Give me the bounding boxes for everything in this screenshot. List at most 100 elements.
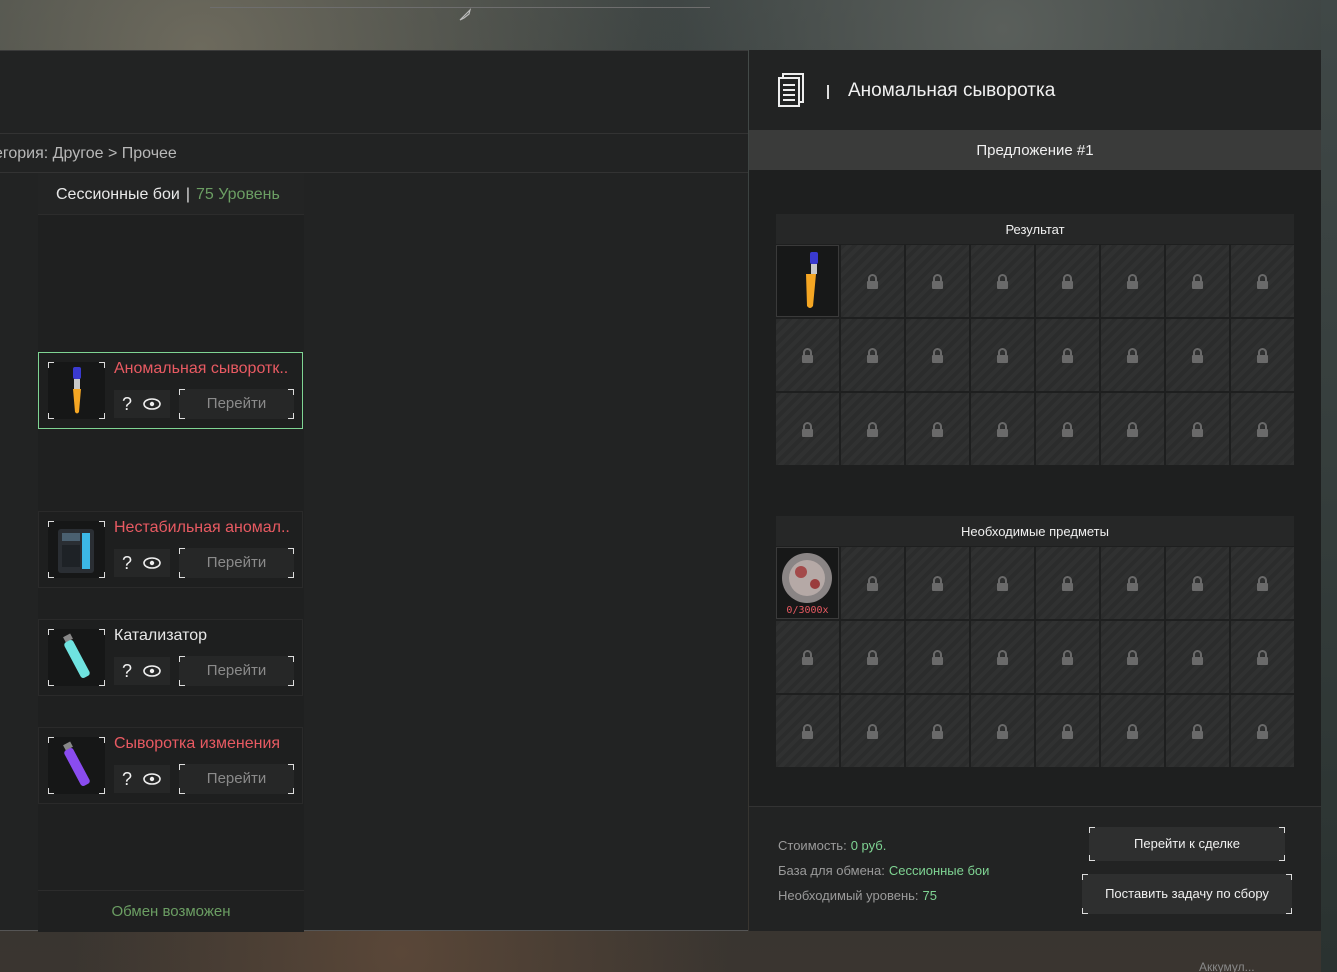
required-title: Необходимые предметы xyxy=(776,516,1294,546)
go-button[interactable]: Перейти xyxy=(179,764,294,794)
item-info-buttons: ? xyxy=(114,390,170,418)
lock-icon xyxy=(802,650,813,665)
item-slot[interactable] xyxy=(776,245,839,317)
item-info-buttons: ? xyxy=(114,765,170,793)
lock-icon xyxy=(1062,422,1073,437)
eye-icon[interactable] xyxy=(142,772,162,786)
lock-icon xyxy=(1062,650,1073,665)
go-button-label: Перейти xyxy=(206,554,267,571)
anomaly-device-icon xyxy=(58,529,94,573)
locked-slot xyxy=(1166,621,1229,693)
required-grid: 0/3000x xyxy=(776,547,1294,767)
go-to-deal-button[interactable]: Перейти к сделке xyxy=(1089,827,1285,861)
lock-icon xyxy=(1062,576,1073,591)
slot-count: 0/3000x xyxy=(786,605,829,616)
eye-icon[interactable] xyxy=(142,397,162,411)
section-name: Сессионные бои xyxy=(56,186,180,203)
cost-value: 0 руб. xyxy=(850,838,887,853)
result-section: Результат xyxy=(776,214,1294,465)
result-grid xyxy=(776,245,1294,465)
lock-icon xyxy=(1192,422,1203,437)
recipe-list: Сессионные бои | 75 Уровень Аномальная сыв… xyxy=(38,173,304,932)
locked-slot xyxy=(1166,319,1229,391)
document-icon xyxy=(778,73,804,107)
level-label: Необходимый уровень: xyxy=(778,888,919,903)
locked-slot xyxy=(906,621,969,693)
recipe-item[interactable]: Сыворотка изменения ? Перейти xyxy=(38,727,303,804)
detail-footer: Стоимость: 0 руб. База для обмена: Сессион… xyxy=(749,806,1321,931)
lock-icon xyxy=(867,650,878,665)
lock-icon xyxy=(1127,650,1138,665)
locked-slot xyxy=(971,393,1034,465)
recipe-item[interactable]: Нестабильная аномал.. ? Перейти xyxy=(38,511,303,588)
level-line: Необходимый уровень: 75 xyxy=(778,888,937,903)
go-to-deal-label: Перейти к сделке xyxy=(1134,836,1240,851)
locked-slot xyxy=(776,695,839,767)
locked-slot xyxy=(776,393,839,465)
background-hint: Аккумул... xyxy=(1199,960,1255,972)
list-section-header: Сессионные бои | 75 Уровень xyxy=(38,173,304,215)
locked-slot xyxy=(906,319,969,391)
lock-icon xyxy=(802,724,813,739)
question-button[interactable]: ? xyxy=(122,765,132,793)
background-edge xyxy=(1321,0,1337,972)
lock-icon xyxy=(1257,576,1268,591)
recipe-list-panel: егория: Другое > Прочее Сессионные бои | 7… xyxy=(0,50,748,932)
go-button-label: Перейти xyxy=(206,770,267,787)
locked-slot xyxy=(1036,547,1099,619)
lock-icon xyxy=(1127,422,1138,437)
base-value: Сессионные бои xyxy=(888,863,990,878)
locked-slot xyxy=(1036,319,1099,391)
lock-icon xyxy=(997,650,1008,665)
top-bar-divider xyxy=(210,0,710,8)
lock-icon xyxy=(1257,348,1268,363)
category-text: егория: Другое > Прочее xyxy=(0,145,177,162)
lock-icon xyxy=(1192,576,1203,591)
locked-slot xyxy=(841,621,904,693)
go-button-label: Перейти xyxy=(206,395,267,412)
cost-label: Стоимость: xyxy=(778,838,847,853)
go-button-label: Перейти xyxy=(206,662,267,679)
eye-icon[interactable] xyxy=(142,664,162,678)
lock-icon xyxy=(1127,576,1138,591)
cost-line: Стоимость: 0 руб. xyxy=(778,838,886,853)
locked-slot xyxy=(906,393,969,465)
lock-icon xyxy=(997,274,1008,289)
lock-icon xyxy=(1257,724,1268,739)
recipe-item[interactable]: Катализатор ? Перейти xyxy=(38,619,303,696)
lock-icon xyxy=(932,576,943,591)
category-breadcrumb: егория: Другое > Прочее xyxy=(0,133,748,173)
lock-icon xyxy=(1257,274,1268,289)
lock-icon xyxy=(1127,724,1138,739)
locked-slot xyxy=(906,547,969,619)
lock-icon xyxy=(932,348,943,363)
question-button[interactable]: ? xyxy=(122,390,132,418)
recipe-item[interactable]: Аномальная сыворотк.. ? Перейти xyxy=(38,352,303,429)
locked-slot xyxy=(1166,695,1229,767)
feather-icon xyxy=(459,8,472,21)
lock-icon xyxy=(1127,348,1138,363)
item-slot[interactable]: 0/3000x xyxy=(776,547,839,619)
eye-icon[interactable] xyxy=(142,556,162,570)
go-button[interactable]: Перейти xyxy=(179,548,294,578)
locked-slot xyxy=(1231,547,1294,619)
lock-icon xyxy=(867,724,878,739)
locked-slot xyxy=(1166,547,1229,619)
locked-slot xyxy=(1231,319,1294,391)
go-button[interactable]: Перейти xyxy=(179,656,294,686)
offer-tab[interactable]: Предложение #1 xyxy=(749,130,1321,170)
locked-slot xyxy=(906,245,969,317)
item-thumbnail xyxy=(48,362,105,419)
serum-vial-icon xyxy=(806,252,818,308)
lock-icon xyxy=(997,422,1008,437)
question-button[interactable]: ? xyxy=(122,657,132,685)
item-name: Аномальная сыворотк.. xyxy=(114,360,289,377)
go-button[interactable]: Перейти xyxy=(179,389,294,419)
lock-icon xyxy=(1192,348,1203,363)
locked-slot xyxy=(841,245,904,317)
level-value: 75 xyxy=(922,888,937,903)
set-collect-task-button[interactable]: Поставить задачу по сбору xyxy=(1082,874,1292,914)
question-button[interactable]: ? xyxy=(122,549,132,577)
result-title: Результат xyxy=(776,214,1294,244)
title-divider xyxy=(827,85,829,99)
